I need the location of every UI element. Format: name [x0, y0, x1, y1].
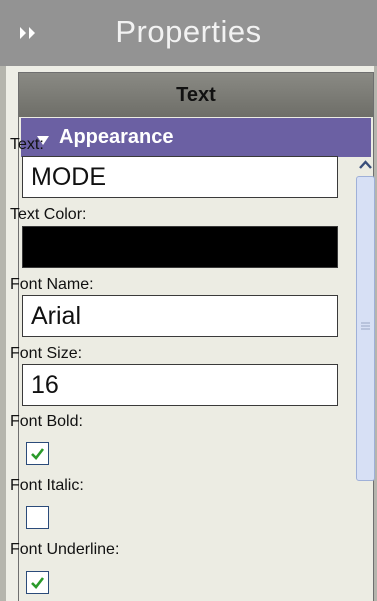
font-underline-label: Font Underline:: [10, 541, 120, 558]
text-field[interactable]: MODE: [22, 156, 338, 198]
font-bold-checkbox[interactable]: [26, 442, 49, 465]
font-size-field[interactable]: 16: [22, 364, 338, 406]
panel-header: Properties: [0, 0, 377, 66]
font-name-label: Font Name:: [10, 276, 94, 293]
font-underline-checkbox[interactable]: [26, 571, 49, 594]
font-name-field[interactable]: Arial: [22, 295, 338, 337]
tab-text[interactable]: Text: [19, 73, 373, 117]
font-italic-label: Font Italic:: [10, 477, 84, 494]
tab-text-label: Text: [176, 84, 216, 106]
scroll-up-arrow-icon[interactable]: [356, 156, 375, 174]
check-icon: [31, 448, 45, 460]
appearance-section-label: Appearance: [59, 126, 174, 148]
properties-panel: Properties Text Appearance Text: MODE Te…: [0, 0, 377, 601]
panel-title: Properties: [115, 14, 262, 49]
panel-left-border: [0, 66, 6, 601]
text-color-label: Text Color:: [10, 206, 87, 223]
check-icon: [31, 577, 45, 589]
appearance-section-header[interactable]: Appearance: [21, 118, 371, 157]
font-size-label: Font Size:: [10, 345, 83, 362]
font-bold-label: Font Bold:: [10, 413, 83, 430]
text-color-swatch[interactable]: [22, 226, 338, 268]
text-label: Text:: [10, 136, 44, 153]
scrollbar-grip-icon: [361, 318, 370, 330]
font-italic-checkbox[interactable]: [26, 506, 49, 529]
scrollbar-thumb[interactable]: [356, 176, 375, 481]
